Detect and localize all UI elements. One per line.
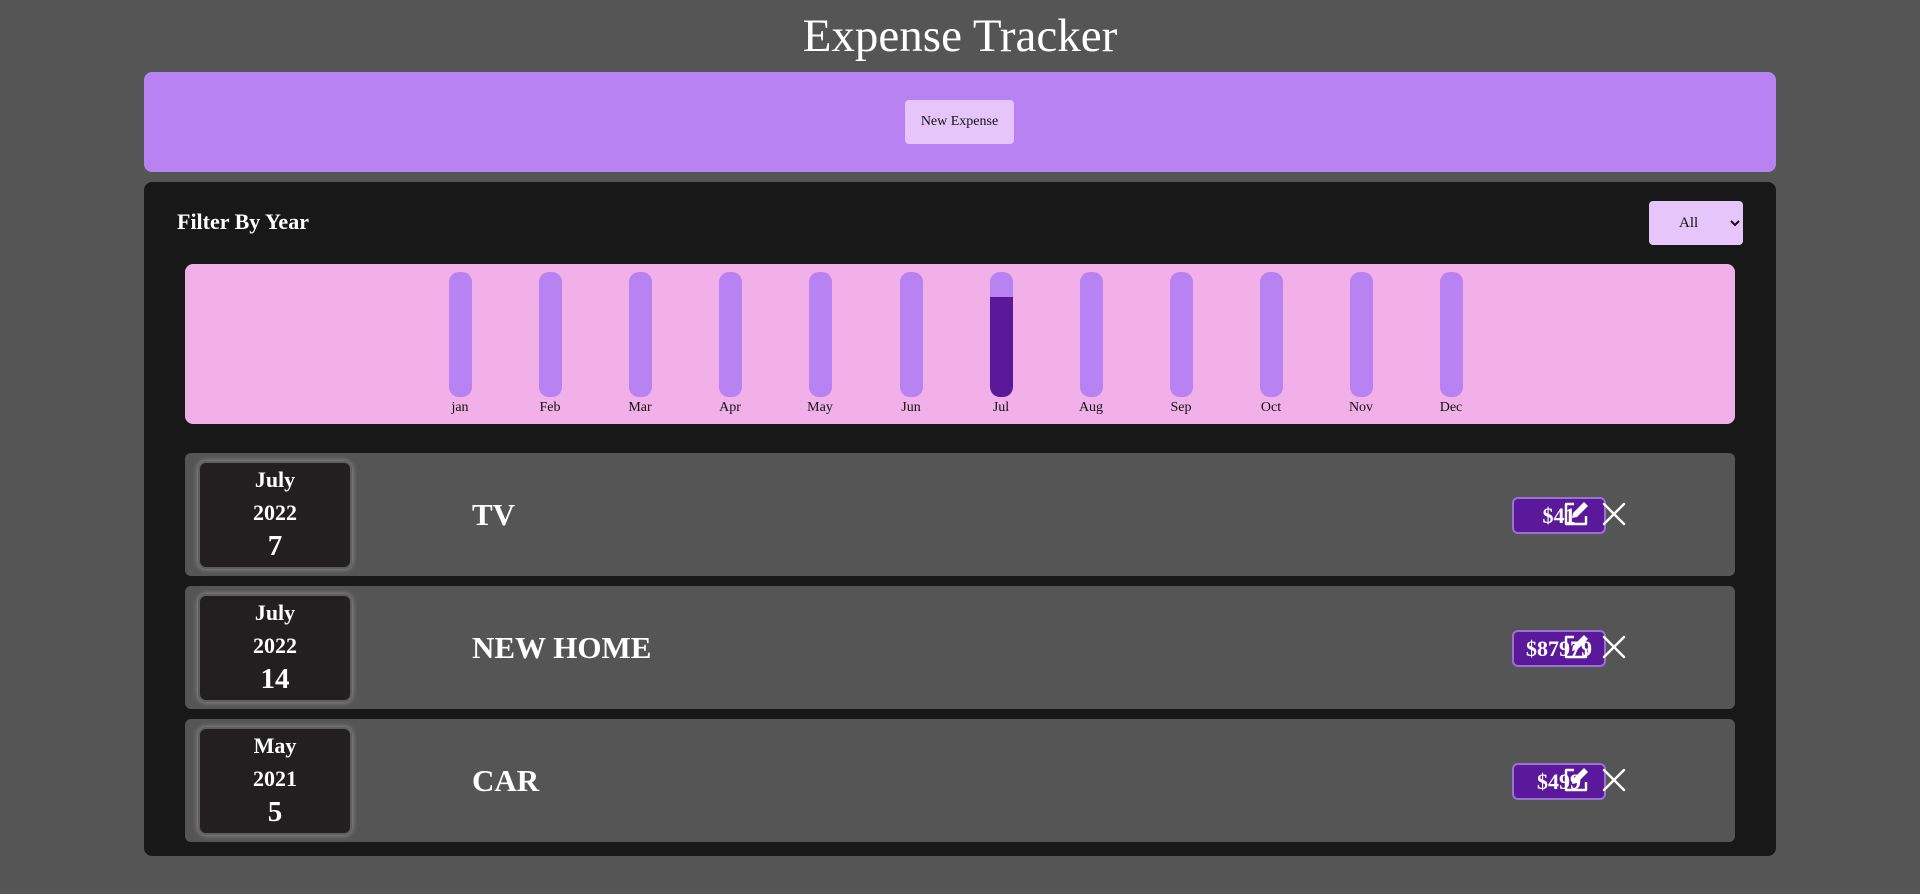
chart-bar-track xyxy=(990,272,1013,397)
expense-item: July 2022 14 NEW HOME $87979 xyxy=(185,586,1735,709)
expense-title: NEW HOME xyxy=(472,630,652,665)
expense-title: CAR xyxy=(472,763,540,798)
new-expense-panel: New Expense xyxy=(144,72,1776,172)
chart-bar-feb: Feb xyxy=(525,272,575,416)
expense-year: 2021 xyxy=(253,766,297,791)
chart-bar-track xyxy=(809,272,832,397)
expense-year: 2022 xyxy=(253,500,297,525)
chart-bar-mar: Mar xyxy=(615,272,665,416)
chart-bar-track xyxy=(1260,272,1283,397)
chart-bar-jun: Jun xyxy=(886,272,936,416)
chart-bar-dec: Dec xyxy=(1426,272,1476,416)
expense-title: TV xyxy=(472,497,516,532)
page-title: Expense Tracker xyxy=(802,10,1118,62)
expense-item: May 2021 5 CAR $499 xyxy=(185,719,1735,842)
chart-bar-jul: Jul xyxy=(976,272,1026,416)
chart-bar-label: Mar xyxy=(628,400,652,415)
year-filter-select[interactable]: All xyxy=(1649,201,1743,245)
chart-bar-label: jan xyxy=(451,400,469,415)
chart-bar-apr: Apr xyxy=(705,272,755,416)
expense-date: July 2022 7 xyxy=(198,461,352,569)
close-icon[interactable] xyxy=(1598,764,1630,796)
expense-chart: jan Feb Mar Apr May Jun Jul Aug Sep Oct Nov Dec xyxy=(185,264,1735,424)
chart-bar-track xyxy=(449,272,472,397)
expense-item: July 2022 7 TV $41 xyxy=(185,453,1735,576)
chart-bar-track xyxy=(1350,272,1373,397)
chart-bar-label: Aug xyxy=(1078,400,1104,415)
chart-bar-track xyxy=(719,272,742,397)
expense-year: 2022 xyxy=(253,633,297,658)
expenses-panel: Filter By Year All jan Feb Mar Apr May Jun Jul… xyxy=(144,182,1776,856)
chart-bar-track xyxy=(1170,272,1193,397)
close-icon[interactable] xyxy=(1598,631,1630,663)
chart-bar-jan: jan xyxy=(435,272,485,416)
chart-bar-label: Oct xyxy=(1260,400,1282,415)
edit-icon[interactable] xyxy=(1560,498,1592,530)
expense-month: July xyxy=(254,467,296,492)
chart-bar-label: Jul xyxy=(992,400,1010,415)
chart-bar-oct: Oct xyxy=(1246,272,1296,416)
chart-bar-track xyxy=(1080,272,1103,397)
expense-month: May xyxy=(253,733,297,758)
chart-bar-label: Feb xyxy=(539,400,561,415)
expense-day: 5 xyxy=(267,796,283,828)
expense-date: July 2022 14 xyxy=(198,594,352,702)
chart-bar-track xyxy=(900,272,923,397)
filter-label: Filter By Year xyxy=(177,209,309,234)
expense-day: 14 xyxy=(260,663,290,695)
close-icon[interactable] xyxy=(1598,498,1630,530)
expense-date: May 2021 5 xyxy=(198,727,352,835)
chart-bar-label: Dec xyxy=(1439,400,1463,415)
chart-bar-track xyxy=(1440,272,1463,397)
chart-bar-label: Apr xyxy=(719,400,741,415)
chart-bar-nov: Nov xyxy=(1336,272,1386,416)
chart-bar-track xyxy=(629,272,652,397)
new-expense-button[interactable]: New Expense xyxy=(905,100,1014,144)
chart-bar-label: Jun xyxy=(901,400,921,415)
chart-bar-label: Nov xyxy=(1348,400,1374,415)
chart-bar-may: May xyxy=(795,272,845,416)
chart-bar-aug: Aug xyxy=(1066,272,1116,416)
edit-icon[interactable] xyxy=(1560,764,1592,796)
chart-bar-track xyxy=(539,272,562,397)
expense-day: 7 xyxy=(267,530,283,562)
expense-month: July xyxy=(254,600,296,625)
edit-icon[interactable] xyxy=(1560,631,1592,663)
chart-bar-label: May xyxy=(807,400,833,415)
chart-bar-label: Sep xyxy=(1170,400,1192,415)
chart-bar-fill xyxy=(990,297,1013,397)
chart-bar-sep: Sep xyxy=(1156,272,1206,416)
